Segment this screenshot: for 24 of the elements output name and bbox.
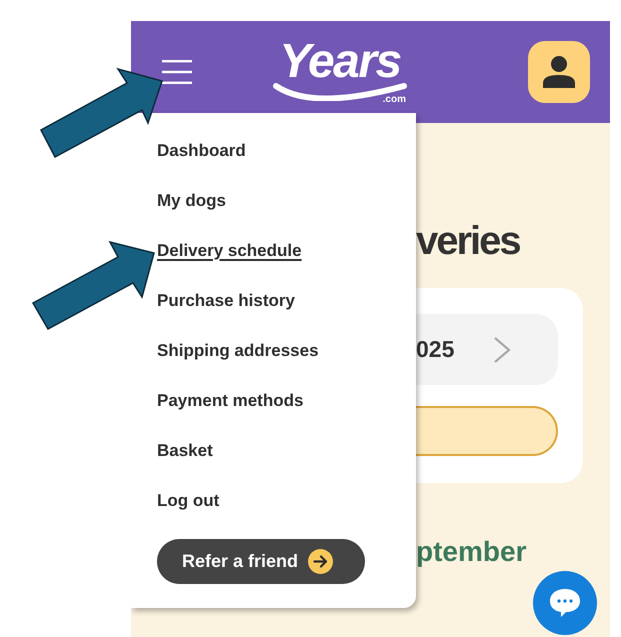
month-label: 025 bbox=[416, 336, 454, 363]
menu-item[interactable]: Basket bbox=[157, 426, 213, 476]
chevron-right-icon[interactable] bbox=[493, 336, 511, 364]
menu-item[interactable]: Payment methods bbox=[157, 376, 304, 426]
menu-item[interactable]: Shipping addresses bbox=[157, 326, 319, 376]
person-icon bbox=[543, 56, 575, 88]
section-heading: ptember bbox=[416, 538, 528, 566]
logo-wordmark[interactable]: Years bbox=[279, 41, 401, 83]
refer-button[interactable]: Refer a friend bbox=[157, 539, 365, 584]
menu-item[interactable]: Dashboard bbox=[157, 126, 246, 176]
menu-item[interactable]: My dogs bbox=[157, 176, 226, 226]
month-selector[interactable]: 025 bbox=[416, 314, 558, 385]
chat-icon bbox=[549, 588, 581, 618]
logo-domain: .com bbox=[382, 94, 406, 105]
menu-item[interactable]: Purchase history bbox=[157, 276, 295, 326]
menu-button[interactable] bbox=[162, 60, 192, 84]
account-button[interactable] bbox=[528, 41, 590, 103]
arrow-right-icon bbox=[308, 549, 334, 574]
pill-button[interactable] bbox=[416, 406, 558, 456]
menu-item[interactable]: Log out bbox=[157, 476, 220, 526]
swoosh-icon bbox=[273, 83, 407, 101]
page-heading: veries bbox=[416, 221, 521, 261]
menu-item[interactable]: Delivery schedule bbox=[157, 226, 302, 276]
menu-icon bbox=[162, 60, 192, 84]
